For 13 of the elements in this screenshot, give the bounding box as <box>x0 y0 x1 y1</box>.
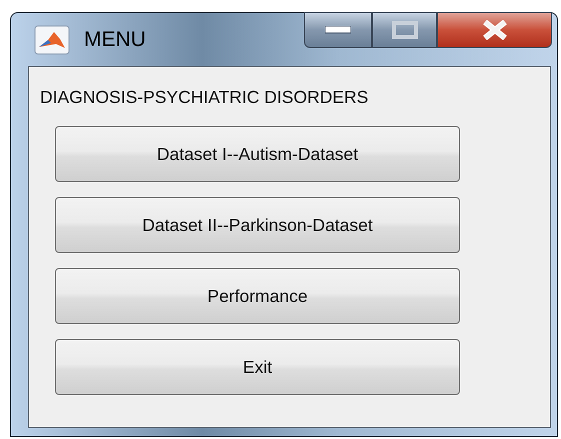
menu-button[interactable]: Performance <box>55 268 460 324</box>
maximize-button[interactable] <box>372 12 437 48</box>
app-icon <box>34 24 70 54</box>
menu-heading: DIAGNOSIS-PSYCHIATRIC DISORDERS <box>40 87 368 108</box>
menu-button[interactable]: Dataset II--Parkinson-Dataset <box>55 197 460 253</box>
menu-button[interactable]: Exit <box>55 339 460 395</box>
minimize-icon <box>325 26 351 34</box>
menu-button[interactable]: Dataset I--Autism-Dataset <box>55 126 460 182</box>
window-title: MENU <box>84 28 146 52</box>
close-button[interactable] <box>437 12 552 48</box>
minimize-button[interactable] <box>304 12 372 48</box>
close-icon <box>482 20 508 40</box>
maximize-icon <box>392 21 418 39</box>
